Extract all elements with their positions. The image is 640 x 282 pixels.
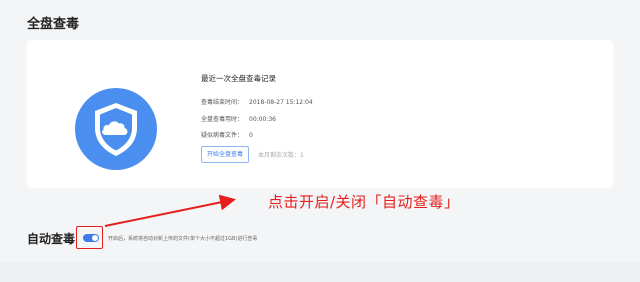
auto-scan-title: 自动查毒 [27, 232, 76, 246]
auto-scan-toggle[interactable] [83, 234, 99, 242]
toggle-knob [92, 235, 98, 241]
bottom-bar [0, 262, 640, 282]
auto-scan-description: 开启后，系统将自动对新上传的文件(单个大小不超过1GB)进行查毒 [108, 236, 258, 242]
